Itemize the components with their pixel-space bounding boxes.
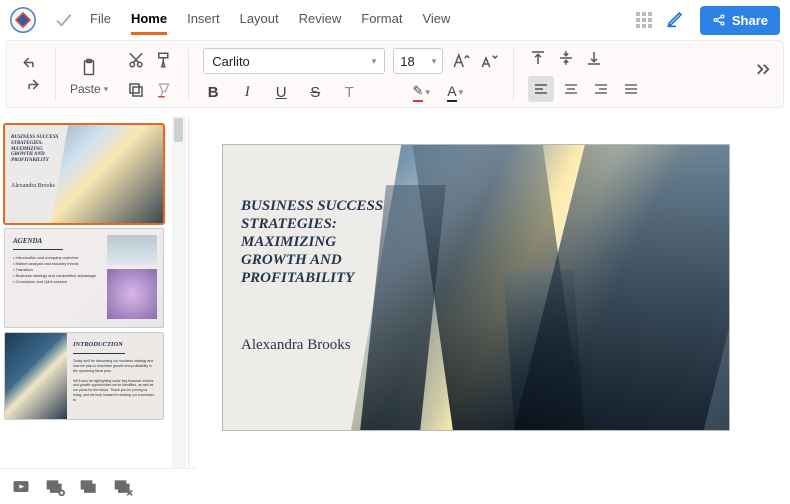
slide-title[interactable]: BUSINESS SUCCESS STRATEGIES: MAXIMIZING …: [241, 197, 401, 287]
menu-view[interactable]: View: [422, 5, 450, 35]
duplicate-slide-icon[interactable]: [78, 476, 100, 498]
align-right-icon[interactable]: [588, 76, 614, 102]
share-label: Share: [732, 13, 768, 28]
clear-format-icon[interactable]: [154, 80, 174, 100]
slide-thumb-2[interactable]: AGENDA • Introduction and company overvi…: [4, 228, 164, 328]
decrease-font-icon[interactable]: [479, 51, 499, 71]
increase-font-icon[interactable]: [451, 51, 471, 71]
ribbon-more-icon[interactable]: [753, 63, 773, 86]
menu-review[interactable]: Review: [299, 5, 342, 35]
copy-icon[interactable]: [126, 80, 146, 100]
slide-thumbnails-panel: BUSINESS SUCCESS STRATEGIES: MAXIMIZING …: [0, 116, 186, 468]
slide-thumb-1[interactable]: BUSINESS SUCCESS STRATEGIES: MAXIMIZING …: [4, 124, 164, 224]
font-name-select[interactable]: Carlito▾: [203, 48, 385, 74]
share-button[interactable]: Share: [700, 6, 780, 35]
menu-home[interactable]: Home: [131, 5, 167, 35]
delete-slide-icon[interactable]: [112, 476, 134, 498]
slide-thumb-3[interactable]: INTRODUCTION Today we'll be discussing o…: [4, 332, 164, 420]
font-size-select[interactable]: 18▾: [393, 48, 443, 74]
valign-bottom-icon[interactable]: [584, 48, 604, 68]
format-painter-icon[interactable]: [154, 50, 174, 70]
edit-pencil-icon[interactable]: [666, 8, 686, 33]
play-slideshow-icon[interactable]: [10, 476, 32, 498]
slide-canvas[interactable]: BUSINESS SUCCESS STRATEGIES: MAXIMIZING …: [192, 116, 790, 468]
valign-top-icon[interactable]: [528, 48, 548, 68]
font-color-icon[interactable]: A▾: [445, 82, 465, 102]
italic-icon[interactable]: I: [237, 82, 257, 102]
highlight-color-icon[interactable]: ✎▾: [411, 82, 431, 102]
align-left-icon[interactable]: [528, 76, 554, 102]
paste-icon[interactable]: [76, 54, 102, 80]
menu-file[interactable]: File: [90, 5, 111, 35]
valign-middle-icon[interactable]: [556, 48, 576, 68]
redo-icon[interactable]: [21, 76, 41, 96]
clear-style-icon[interactable]: T: [339, 82, 359, 102]
undo-icon[interactable]: [21, 54, 41, 74]
thumbnails-scrollbar[interactable]: [172, 116, 186, 468]
menu-format[interactable]: Format: [361, 5, 402, 35]
save-check-icon[interactable]: [54, 11, 72, 29]
bold-icon[interactable]: B: [203, 82, 223, 102]
apps-grid-icon[interactable]: [636, 12, 652, 28]
paste-button[interactable]: Paste▾: [70, 82, 108, 96]
align-center-icon[interactable]: [558, 76, 584, 102]
menu-layout[interactable]: Layout: [240, 5, 279, 35]
cut-icon[interactable]: [126, 50, 146, 70]
slide-1[interactable]: BUSINESS SUCCESS STRATEGIES: MAXIMIZING …: [222, 144, 730, 431]
align-justify-icon[interactable]: [618, 76, 644, 102]
underline-icon[interactable]: U: [271, 82, 291, 102]
strike-icon[interactable]: S: [305, 82, 325, 102]
app-logo: [10, 7, 36, 33]
menu-insert[interactable]: Insert: [187, 5, 220, 35]
add-slide-icon[interactable]: [44, 476, 66, 498]
slide-author[interactable]: Alexandra Brooks: [241, 337, 351, 354]
